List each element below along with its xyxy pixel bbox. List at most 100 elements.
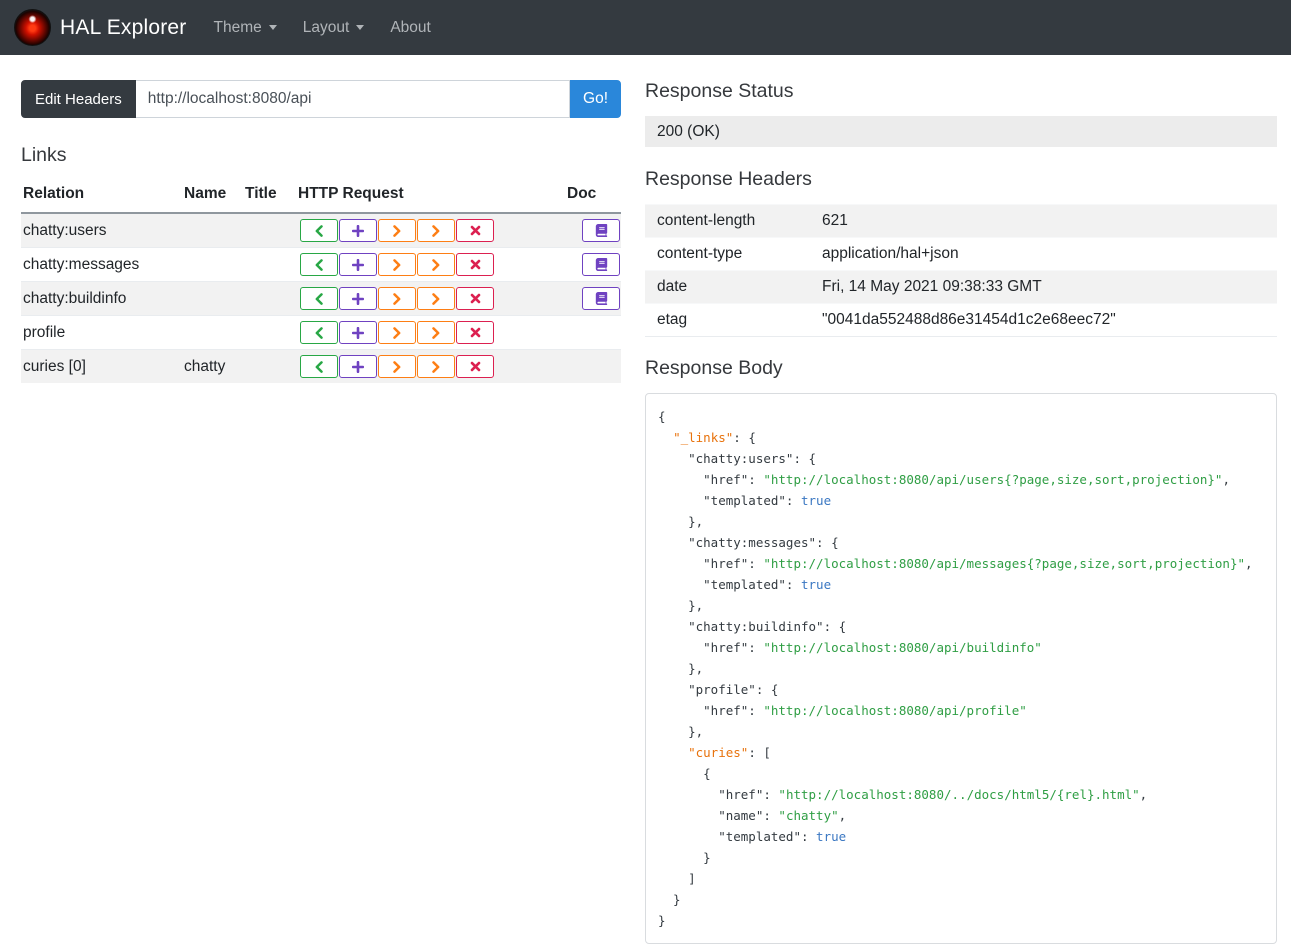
column-header-title: Title bbox=[243, 180, 296, 214]
go-button[interactable]: Go! bbox=[570, 80, 621, 118]
chevron-right-icon bbox=[431, 258, 441, 271]
nav-item-layout[interactable]: Layout bbox=[290, 11, 378, 45]
delete-button[interactable] bbox=[456, 321, 494, 344]
name-cell bbox=[182, 281, 243, 316]
post-button[interactable] bbox=[339, 321, 377, 344]
chevron-left-icon bbox=[314, 360, 324, 373]
get-button[interactable] bbox=[300, 321, 338, 344]
header-value: Fri, 14 May 2021 09:38:33 GMT bbox=[810, 270, 1277, 304]
delete-button[interactable] bbox=[456, 253, 494, 276]
get-button[interactable] bbox=[300, 253, 338, 276]
nav-item-theme[interactable]: Theme bbox=[201, 11, 290, 45]
patch-button[interactable] bbox=[417, 219, 455, 242]
chevron-right-icon bbox=[392, 258, 402, 271]
links-table: Relation Name Title HTTP Request Doc cha… bbox=[21, 180, 621, 383]
plus-icon bbox=[352, 360, 364, 373]
delete-button[interactable] bbox=[456, 355, 494, 378]
json-line: "href": "http://localhost:8080/api/messa… bbox=[658, 556, 1253, 571]
title-cell bbox=[243, 349, 296, 383]
post-button[interactable] bbox=[339, 287, 377, 310]
edit-headers-button[interactable]: Edit Headers bbox=[21, 80, 136, 118]
get-button[interactable] bbox=[300, 287, 338, 310]
name-cell bbox=[182, 247, 243, 282]
delete-button[interactable] bbox=[456, 219, 494, 242]
get-button[interactable] bbox=[300, 219, 338, 242]
name-cell: chatty bbox=[182, 349, 243, 383]
json-line: "name": "chatty", bbox=[658, 808, 847, 823]
header-value: "0041da552488d86e31454d1c2e68eec72" bbox=[810, 303, 1277, 337]
column-header-name: Name bbox=[182, 180, 243, 214]
nav-menu: Theme Layout About bbox=[201, 11, 444, 45]
relation-cell: profile bbox=[21, 315, 182, 350]
title-cell bbox=[243, 281, 296, 316]
nav-item-label: Theme bbox=[213, 18, 262, 36]
chevron-left-icon bbox=[314, 224, 324, 237]
http-request-cell bbox=[296, 281, 565, 316]
json-line: "templated": true bbox=[658, 577, 832, 592]
header-value: application/hal+json bbox=[810, 237, 1277, 271]
plus-icon bbox=[352, 292, 364, 305]
json-line: }, bbox=[658, 724, 704, 739]
response-headers-body: content-length 621 content-type application… bbox=[645, 204, 1277, 337]
x-icon bbox=[470, 259, 481, 270]
patch-button[interactable] bbox=[417, 253, 455, 276]
patch-button[interactable] bbox=[417, 321, 455, 344]
response-status-value: 200 (OK) bbox=[645, 116, 1277, 147]
relation-cell: chatty:messages bbox=[21, 247, 182, 282]
put-button[interactable] bbox=[378, 253, 416, 276]
caret-down-icon bbox=[268, 25, 277, 30]
put-button[interactable] bbox=[378, 355, 416, 378]
links-table-header-row: Relation Name Title HTTP Request Doc bbox=[21, 180, 621, 214]
json-line: }, bbox=[658, 514, 704, 529]
chevron-right-icon bbox=[392, 224, 402, 237]
plus-icon bbox=[352, 258, 364, 271]
header-name: etag bbox=[645, 303, 810, 337]
delete-button[interactable] bbox=[456, 287, 494, 310]
json-line: }, bbox=[658, 661, 704, 676]
json-line: { bbox=[658, 409, 666, 424]
title-cell bbox=[243, 213, 296, 248]
nav-item-about[interactable]: About bbox=[377, 11, 444, 45]
response-header-row: content-type application/hal+json bbox=[645, 237, 1277, 271]
doc-button[interactable] bbox=[582, 287, 620, 310]
json-line: { bbox=[658, 766, 711, 781]
patch-button[interactable] bbox=[417, 287, 455, 310]
post-button[interactable] bbox=[339, 253, 377, 276]
app-title: HAL Explorer bbox=[60, 15, 187, 39]
get-button[interactable] bbox=[300, 355, 338, 378]
put-button[interactable] bbox=[378, 287, 416, 310]
put-button[interactable] bbox=[378, 219, 416, 242]
table-row: curies [0] chatty bbox=[21, 349, 621, 383]
name-cell bbox=[182, 315, 243, 350]
brand-link[interactable]: HAL Explorer bbox=[14, 9, 187, 46]
relation-cell: curies [0] bbox=[21, 349, 182, 383]
book-icon bbox=[595, 292, 608, 305]
name-cell bbox=[182, 213, 243, 248]
table-row: chatty:buildinfo bbox=[21, 281, 621, 316]
title-cell bbox=[243, 247, 296, 282]
navbar: HAL Explorer Theme Layout About bbox=[0, 0, 1291, 55]
response-headers-title: Response Headers bbox=[645, 168, 812, 190]
plus-icon bbox=[352, 326, 364, 339]
response-status-title: Response Status bbox=[645, 80, 794, 102]
book-icon bbox=[595, 258, 608, 271]
patch-button[interactable] bbox=[417, 355, 455, 378]
hal-9000-eye-icon bbox=[14, 9, 51, 46]
post-button[interactable] bbox=[339, 219, 377, 242]
response-header-row: content-length 621 bbox=[645, 204, 1277, 238]
main-content: Edit Headers Go! Links Relation Name Tit… bbox=[0, 55, 1291, 944]
nav-item-label: Layout bbox=[302, 18, 350, 36]
post-button[interactable] bbox=[339, 355, 377, 378]
doc-cell bbox=[565, 281, 621, 316]
table-row: chatty:users bbox=[21, 213, 621, 248]
response-body-code: { "_links": { "chatty:users": { "href": … bbox=[645, 393, 1277, 944]
response-header-row: etag "0041da552488d86e31454d1c2e68eec72" bbox=[645, 303, 1277, 337]
book-icon bbox=[595, 224, 608, 237]
url-input[interactable] bbox=[135, 80, 571, 118]
explorer-panel: Edit Headers Go! Links Relation Name Tit… bbox=[21, 80, 621, 383]
chevron-right-icon bbox=[431, 360, 441, 373]
doc-button[interactable] bbox=[582, 253, 620, 276]
links-section-title: Links bbox=[21, 144, 67, 166]
doc-button[interactable] bbox=[582, 219, 620, 242]
put-button[interactable] bbox=[378, 321, 416, 344]
